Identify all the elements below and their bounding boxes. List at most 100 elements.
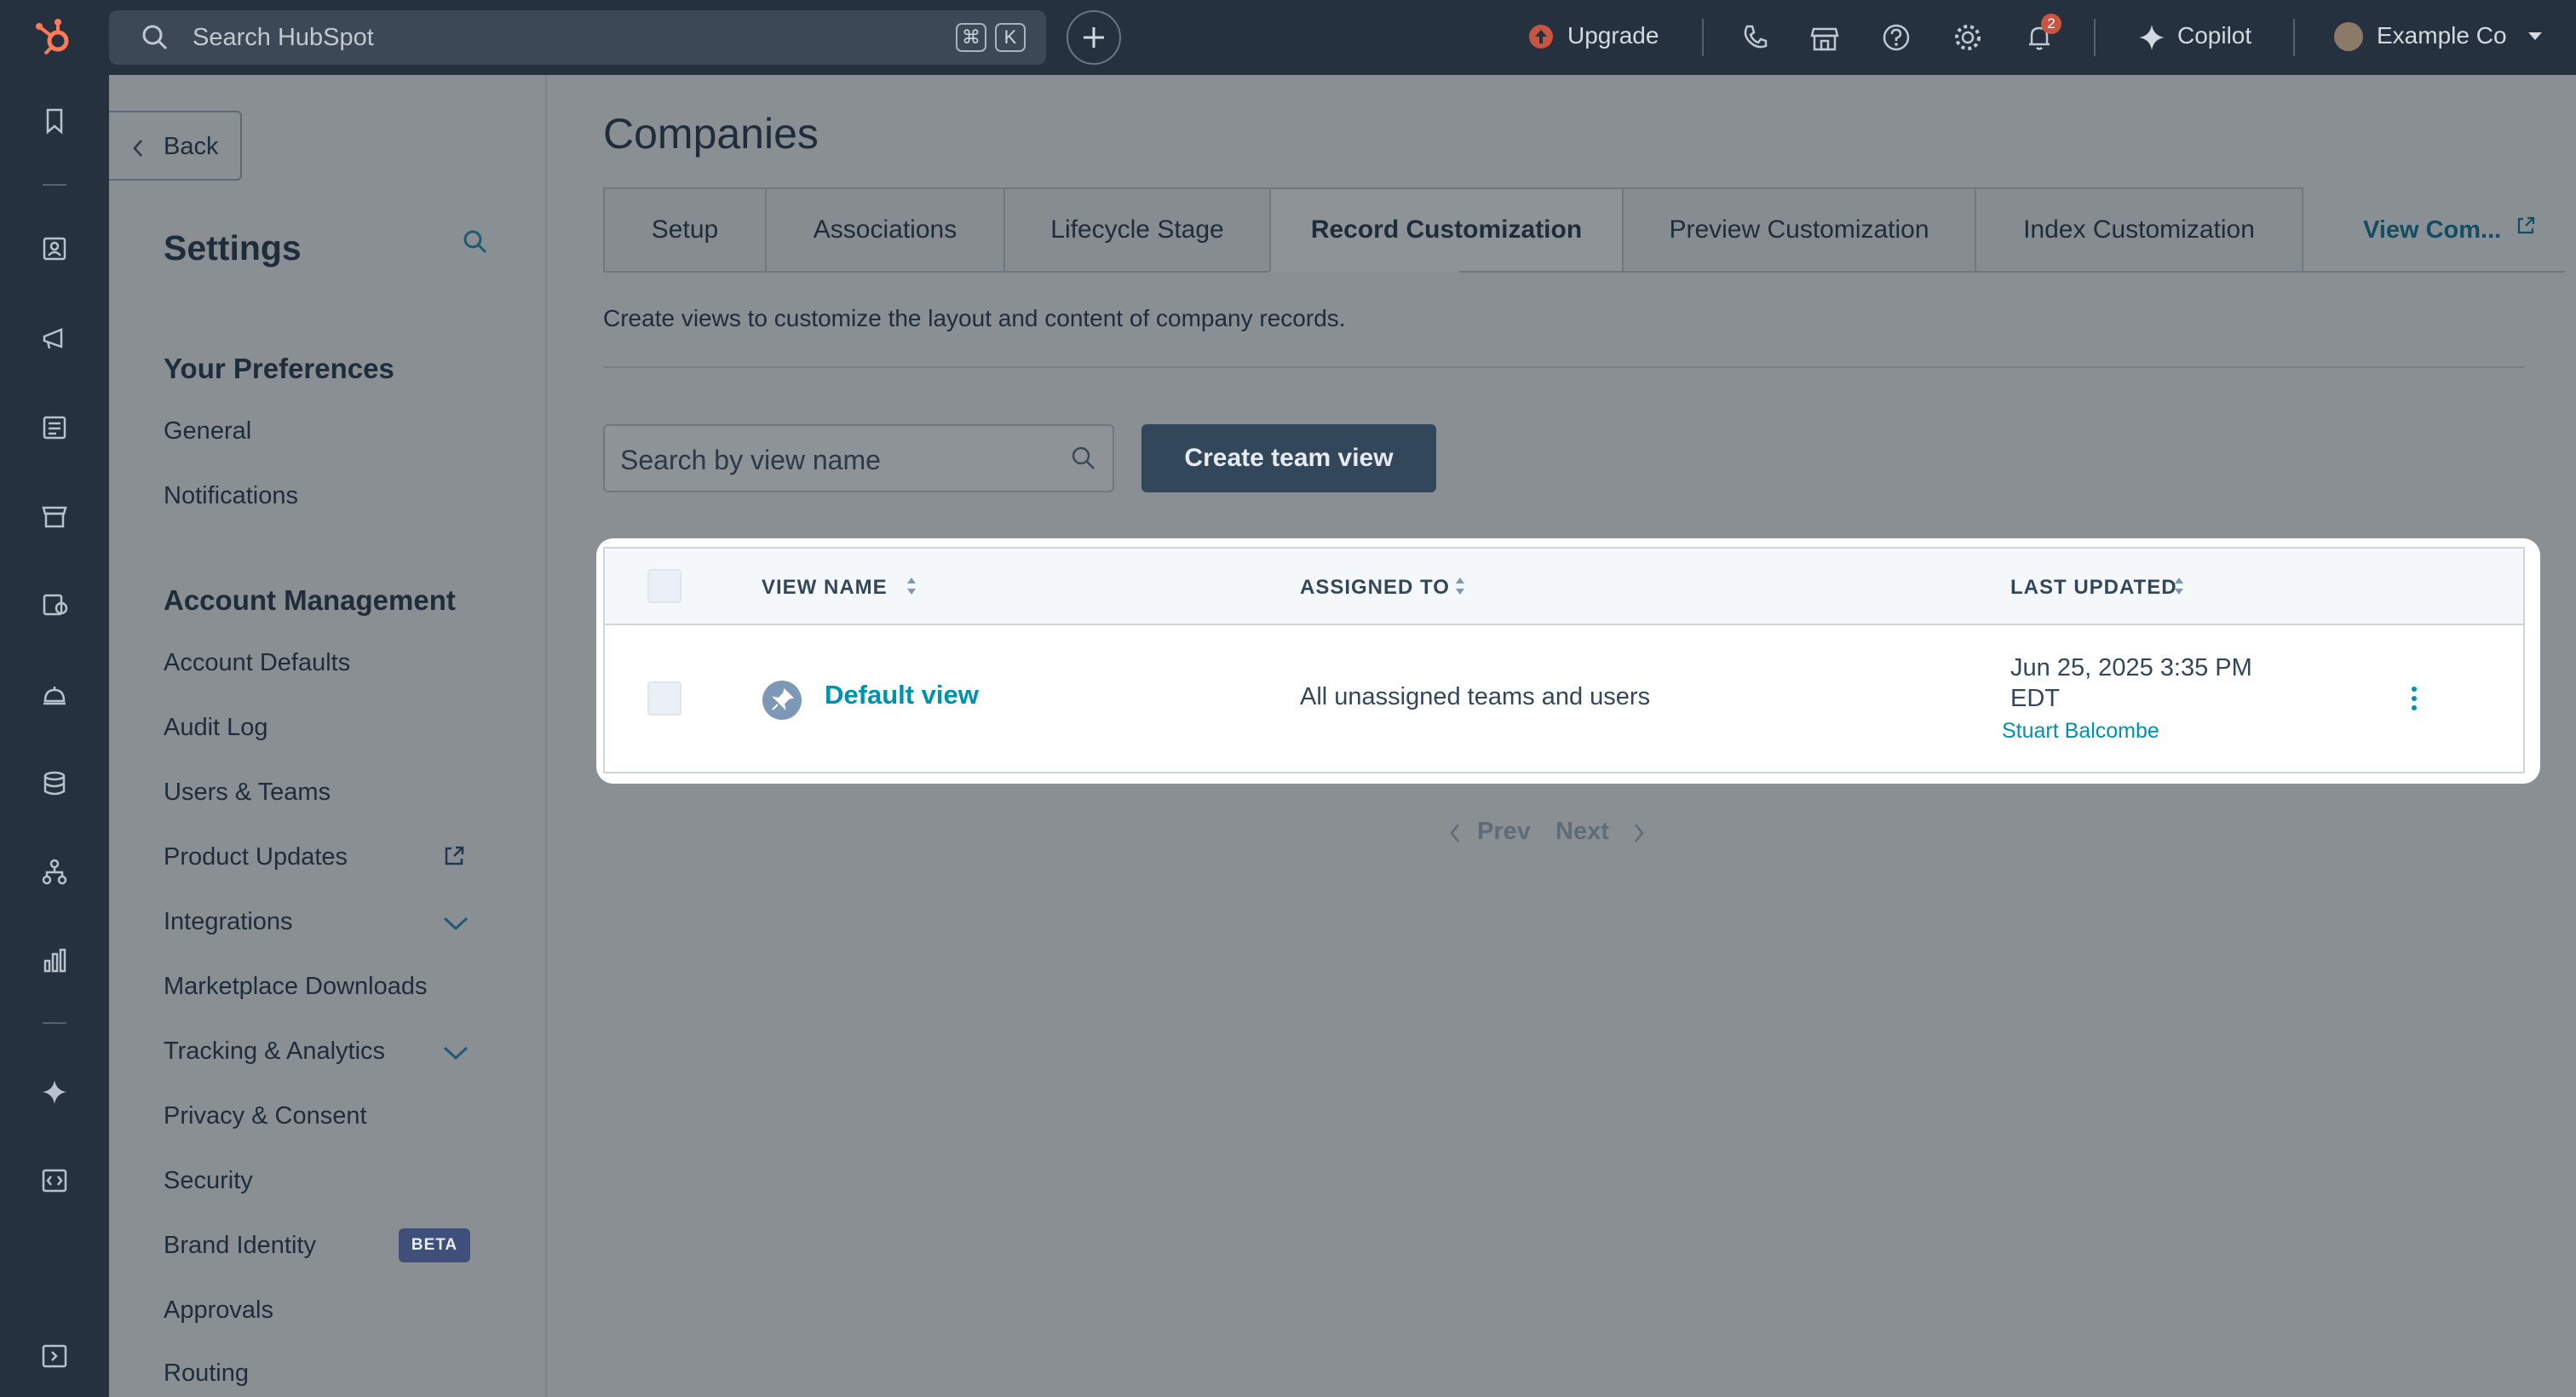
nav-item-security[interactable]: Security [164,1167,253,1195]
sort-icon[interactable] [905,574,918,598]
marketplace-icon[interactable] [1809,22,1840,53]
account-avatar[interactable] [2334,22,2363,51]
settings-title: Settings [164,228,302,267]
top-navigation-bar: Search HubSpot ⌘ K Upgrade 2 Copilot Exa… [0,0,2576,75]
chevron-right-icon[interactable] [1632,821,1646,845]
tabs-underline [1458,271,2566,273]
nav-item-audit-log[interactable]: Audit Log [164,714,268,742]
settings-gear-icon[interactable] [1952,22,1983,53]
search-icon [140,22,170,53]
upgrade-icon[interactable] [1528,24,1554,49]
chevron-left-icon [131,138,145,158]
nav-item-marketplace-downloads[interactable]: Marketplace Downloads [164,973,427,1001]
nav-item-notifications[interactable]: Notifications [164,482,298,510]
tab-setup[interactable]: Setup [603,187,767,273]
nav-item-brand-identity[interactable]: Brand Identity [164,1232,316,1260]
tab-preview-customization[interactable]: Preview Customization [1622,187,1976,273]
column-header-view-name[interactable]: VIEW NAME [762,576,888,600]
reporting-chart-icon[interactable] [37,944,72,978]
assigned-to-cell: All unassigned teams and users [1300,683,1651,710]
table-header: VIEW NAME ASSIGNED TO LAST UPDATED [605,549,2523,625]
service-bell-icon[interactable] [37,678,72,712]
select-all-checkbox[interactable] [647,569,681,603]
prev-button[interactable]: Prev [1477,818,1531,846]
create-team-view-button[interactable]: Create team view [1141,424,1436,492]
automation-icon[interactable] [37,855,72,889]
copilot-sparkle-icon[interactable] [2136,22,2167,53]
content-icon[interactable] [37,411,72,445]
updated-date-cell: Jun 25, 2025 3:35 PM [2010,654,2252,681]
settings-search-icon[interactable] [462,228,489,256]
pin-icon [762,680,802,721]
view-companies-link[interactable]: View Com... [2363,216,2501,244]
beta-badge: BETA [399,1228,470,1262]
section-account-management: Account Management [164,584,456,616]
nav-item-account-defaults[interactable]: Account Defaults [164,649,350,677]
tab-lifecycle-stage[interactable]: Lifecycle Stage [1003,187,1271,273]
nav-item-approvals[interactable]: Approvals [164,1296,273,1325]
expand-sidebar-icon[interactable] [37,1339,72,1373]
nav-item-users-teams[interactable]: Users & Teams [164,779,331,807]
view-name-link[interactable]: Default view [825,680,979,710]
search-icon [1070,445,1097,472]
breeze-sparkle-icon[interactable] [37,1075,72,1109]
chevron-down-icon[interactable] [441,1044,470,1061]
nav-item-tracking-analytics[interactable]: Tracking & Analytics [164,1038,385,1066]
back-label: Back [164,133,219,160]
divider [2094,19,2096,56]
column-header-last-updated[interactable]: LAST UPDATED [2010,576,2177,600]
settings-sidebar: Back Settings Your Preferences General N… [109,75,547,1397]
nav-item-routing[interactable]: Routing [164,1360,249,1388]
section-your-preferences: Your Preferences [164,353,394,384]
tab-associations[interactable]: Associations [765,187,1005,273]
left-navigation-rail [0,75,109,1397]
column-header-assigned-to[interactable]: ASSIGNED TO [1300,576,1450,600]
view-search-input[interactable]: Search by view name [603,424,1114,492]
external-link-icon [2515,215,2537,237]
shortcut-k-key: K [995,23,1026,52]
notification-count-badge: 2 [2041,14,2061,34]
more-actions-icon[interactable] [2409,685,2419,712]
row-checkbox[interactable] [647,681,681,716]
views-table-card: VIEW NAME ASSIGNED TO LAST UPDATED Defau… [596,538,2540,784]
views-table: VIEW NAME ASSIGNED TO LAST UPDATED Defau… [603,547,2525,773]
phone-icon[interactable] [1739,22,1770,53]
page-description: Create views to customize the layout and… [603,305,1346,331]
commerce-store-icon[interactable] [37,499,72,533]
divider [43,1022,66,1024]
next-button[interactable]: Next [1555,818,1609,846]
contacts-icon[interactable] [37,232,72,266]
nav-item-general[interactable]: General [164,417,251,446]
hubspot-logo-icon[interactable] [32,17,77,58]
create-new-button[interactable] [1067,10,1121,65]
tab-record-customization[interactable]: Record Customization [1269,187,1624,273]
development-code-icon[interactable] [37,1164,72,1198]
account-menu[interactable]: Example Co [2377,22,2507,49]
help-icon[interactable] [1881,22,1912,53]
upgrade-link[interactable]: Upgrade [1567,22,1659,49]
global-search-input[interactable]: Search HubSpot ⌘ K [109,10,1046,65]
copilot-button[interactable]: Copilot [2177,22,2251,49]
caret-down-icon[interactable] [2527,31,2544,43]
divider [1702,19,1704,56]
nav-item-privacy-consent[interactable]: Privacy & Consent [164,1102,367,1130]
data-management-icon[interactable] [37,767,72,801]
chevron-left-icon[interactable] [1448,821,1462,845]
divider [603,366,2525,368]
updated-by-link[interactable]: Stuart Balcombe [2002,719,2159,744]
nav-item-product-updates[interactable]: Product Updates [164,843,348,871]
back-button[interactable]: Back [109,111,242,181]
view-search-placeholder: Search by view name [620,445,881,475]
bookmarks-icon[interactable] [37,104,72,138]
external-link-icon [441,843,467,869]
tab-index-customization[interactable]: Index Customization [1975,187,2303,273]
payments-icon[interactable] [37,588,72,622]
nav-item-integrations[interactable]: Integrations [164,908,293,936]
sort-icon[interactable] [1453,574,1467,598]
search-placeholder: Search HubSpot [193,24,374,51]
marketing-megaphone-icon[interactable] [37,322,72,356]
sort-icon[interactable] [2172,574,2186,598]
chevron-down-icon[interactable] [441,915,470,932]
updated-timezone: EDT [2010,685,2060,712]
page-title: Companies [603,110,819,158]
